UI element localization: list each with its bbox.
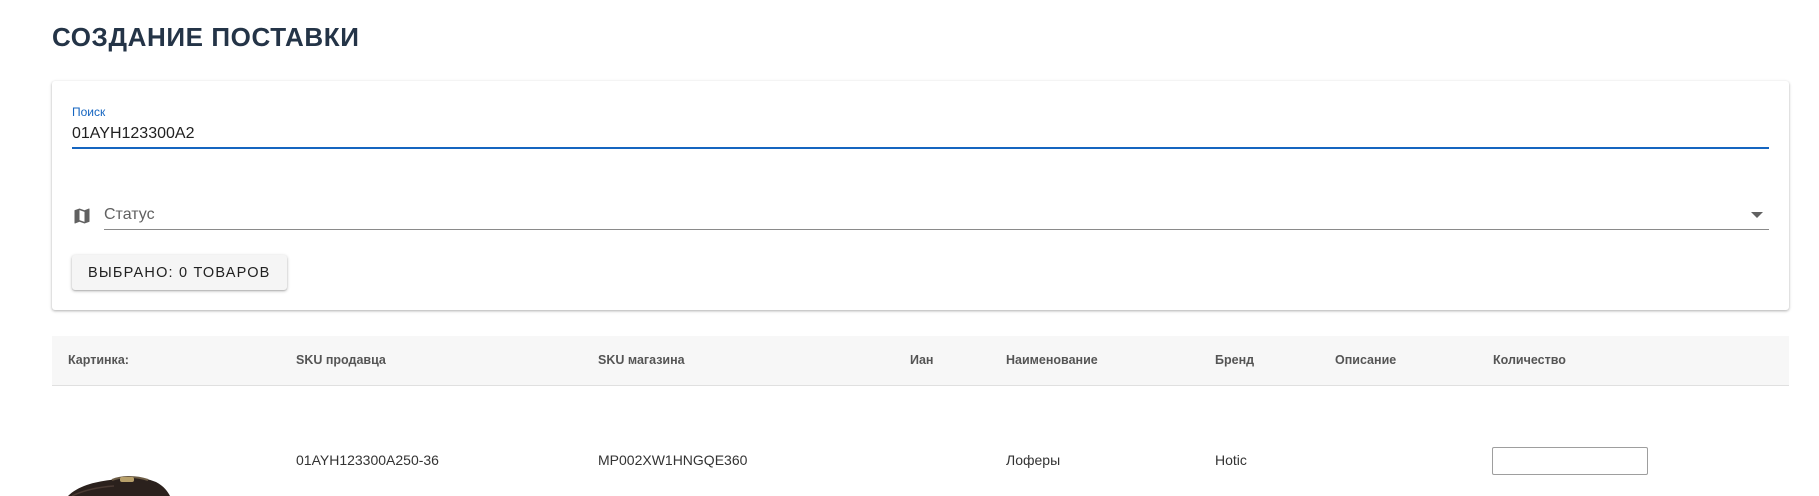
quantity-input[interactable]	[1492, 447, 1648, 475]
column-header-description: Описание	[1335, 353, 1397, 367]
cell-sku-store: MP002XW1HNGQE360	[598, 452, 748, 468]
column-header-image: Картинка:	[68, 353, 129, 367]
status-select[interactable]: Статус	[104, 201, 1769, 230]
column-header-quantity: Количество	[1493, 353, 1566, 367]
cell-name: Лоферы	[1006, 452, 1061, 468]
page-title: СОЗДАНИЕ ПОСТАВКИ	[52, 22, 360, 52]
filter-card: Поиск Статус ВЫБРАНО: 0 ТОВАРОВ	[52, 81, 1789, 310]
search-label: Поиск	[72, 105, 106, 119]
column-header-sku-store: SKU магазина	[598, 353, 685, 367]
search-input[interactable]	[72, 121, 1769, 149]
product-image	[64, 470, 174, 496]
column-header-ian: Иан	[910, 353, 934, 367]
selected-items-button[interactable]: ВЫБРАНО: 0 ТОВАРОВ	[72, 255, 287, 290]
column-header-name: Наименование	[1006, 353, 1098, 367]
status-field: Статус	[72, 201, 1769, 231]
dropdown-arrow-icon[interactable]	[1751, 212, 1763, 218]
status-placeholder: Статус	[104, 206, 155, 223]
cell-brand: Hotic	[1215, 452, 1247, 468]
table-header: Картинка: SKU продавца SKU магазина Иан …	[52, 336, 1789, 386]
column-header-brand: Бренд	[1215, 353, 1255, 367]
map-icon	[72, 206, 92, 226]
cell-sku-seller: 01AYH123300A250-36	[296, 452, 439, 468]
column-header-sku-seller: SKU продавца	[296, 353, 386, 367]
